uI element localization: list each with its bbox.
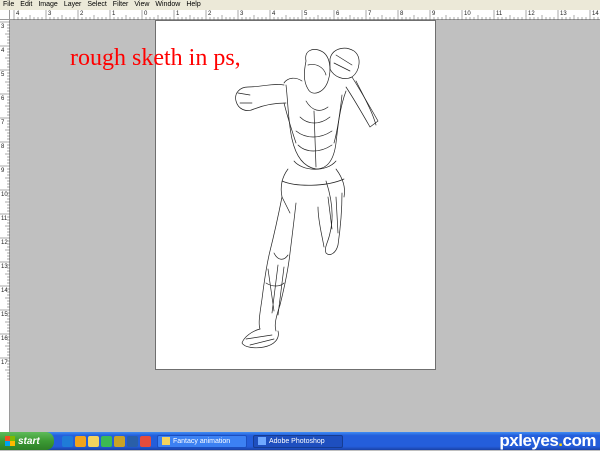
ruler-left-label: 10 [1, 192, 8, 198]
annotation-text: rough sketh in ps, [70, 45, 241, 71]
ruler-left-label: 14 [1, 288, 8, 294]
photoshop-icon [258, 437, 266, 445]
menu-bar: File Edit Image Layer Select Filter View… [0, 0, 600, 10]
ruler-top-label: 13 [560, 11, 567, 17]
folder-icon[interactable] [88, 435, 99, 447]
ruler-top-label: 1 [112, 11, 116, 17]
document-canvas[interactable] [155, 20, 436, 370]
messenger-icon[interactable] [101, 435, 112, 447]
ruler-top-label: 2 [80, 11, 84, 17]
ruler-top-label: 7 [368, 11, 372, 17]
ruler-top-label: 8 [400, 11, 404, 17]
ruler-top-label: 3 [48, 11, 52, 17]
menu-select[interactable]: Select [84, 0, 109, 10]
printer-icon[interactable] [140, 435, 151, 447]
ruler-top-label: 1 [176, 11, 180, 17]
ruler-top-label: 6 [336, 11, 340, 17]
figure-sketch [235, 47, 379, 349]
task-adobe-photoshop[interactable]: Adobe Photoshop [253, 434, 343, 448]
app-icon[interactable] [114, 435, 125, 447]
ruler-top-label: 2 [208, 11, 212, 17]
task-label: Adobe Photoshop [269, 437, 325, 445]
menu-image[interactable]: Image [35, 0, 60, 10]
menu-view[interactable]: View [131, 0, 152, 10]
ruler-top-label: 10 [464, 11, 471, 17]
watermark-tld: com [562, 431, 597, 450]
menu-filter[interactable]: Filter [110, 0, 132, 10]
ruler-left-label: 9 [1, 168, 5, 174]
ruler-left[interactable]: 3 4 5 6 7 8 9 10 11 12 13 14 15 16 17 [0, 10, 10, 432]
ruler-top-label: 9 [432, 11, 436, 17]
quick-launch [62, 435, 151, 447]
ruler-top-label: 11 [496, 11, 503, 17]
ruler-top-label: 4 [272, 11, 276, 17]
taskbar: start Fantacy animation Adobe Photoshop … [0, 431, 600, 450]
photoshop-icon[interactable] [127, 435, 138, 447]
ruler-left-label: 15 [1, 312, 8, 318]
ruler-top-label: 5 [304, 11, 308, 17]
ruler-top-label: 14 [592, 11, 599, 17]
ie-icon[interactable] [62, 435, 73, 447]
menu-edit[interactable]: Edit [17, 0, 35, 10]
pxleyes-watermark: pxleyes. com [499, 431, 597, 450]
menu-file[interactable]: File [0, 0, 17, 10]
start-button[interactable]: start [0, 432, 54, 450]
watermark-brand: pxleyes [499, 431, 559, 450]
ruler-top-label: 4 [16, 11, 20, 17]
menu-window[interactable]: Window [152, 0, 183, 10]
menu-layer[interactable]: Layer [61, 0, 85, 10]
folder-icon [162, 437, 170, 445]
ruler-left-label: 5 [1, 72, 5, 78]
ruler-left-label: 11 [1, 216, 8, 222]
media-icon[interactable] [75, 435, 86, 447]
ruler-left-label: 6 [1, 96, 5, 102]
menu-help[interactable]: Help [183, 0, 203, 10]
ruler-left-label: 13 [1, 264, 8, 270]
ruler-left-label: 16 [1, 336, 8, 342]
ruler-top-label: 12 [528, 11, 535, 17]
windows-logo-icon [5, 436, 15, 446]
ruler-left-label: 17 [1, 360, 8, 366]
task-label: Fantacy animation [173, 437, 231, 445]
ruler-top-label: 3 [240, 11, 244, 17]
ruler-left-label: 8 [1, 144, 5, 150]
ruler-left-label: 12 [1, 240, 8, 246]
ruler-top[interactable]: 4 3 2 1 0 1 2 3 4 5 6 7 8 9 10 11 12 13 14 [10, 10, 600, 20]
ruler-corner[interactable] [0, 10, 10, 20]
ruler-left-label: 3 [1, 24, 5, 30]
start-label: start [18, 435, 40, 447]
ruler-left-label: 4 [1, 48, 5, 54]
ruler-left-label: 7 [1, 120, 5, 126]
task-fantacy-animation[interactable]: Fantacy animation [157, 434, 247, 448]
ruler-top-label: 0 [144, 11, 148, 17]
